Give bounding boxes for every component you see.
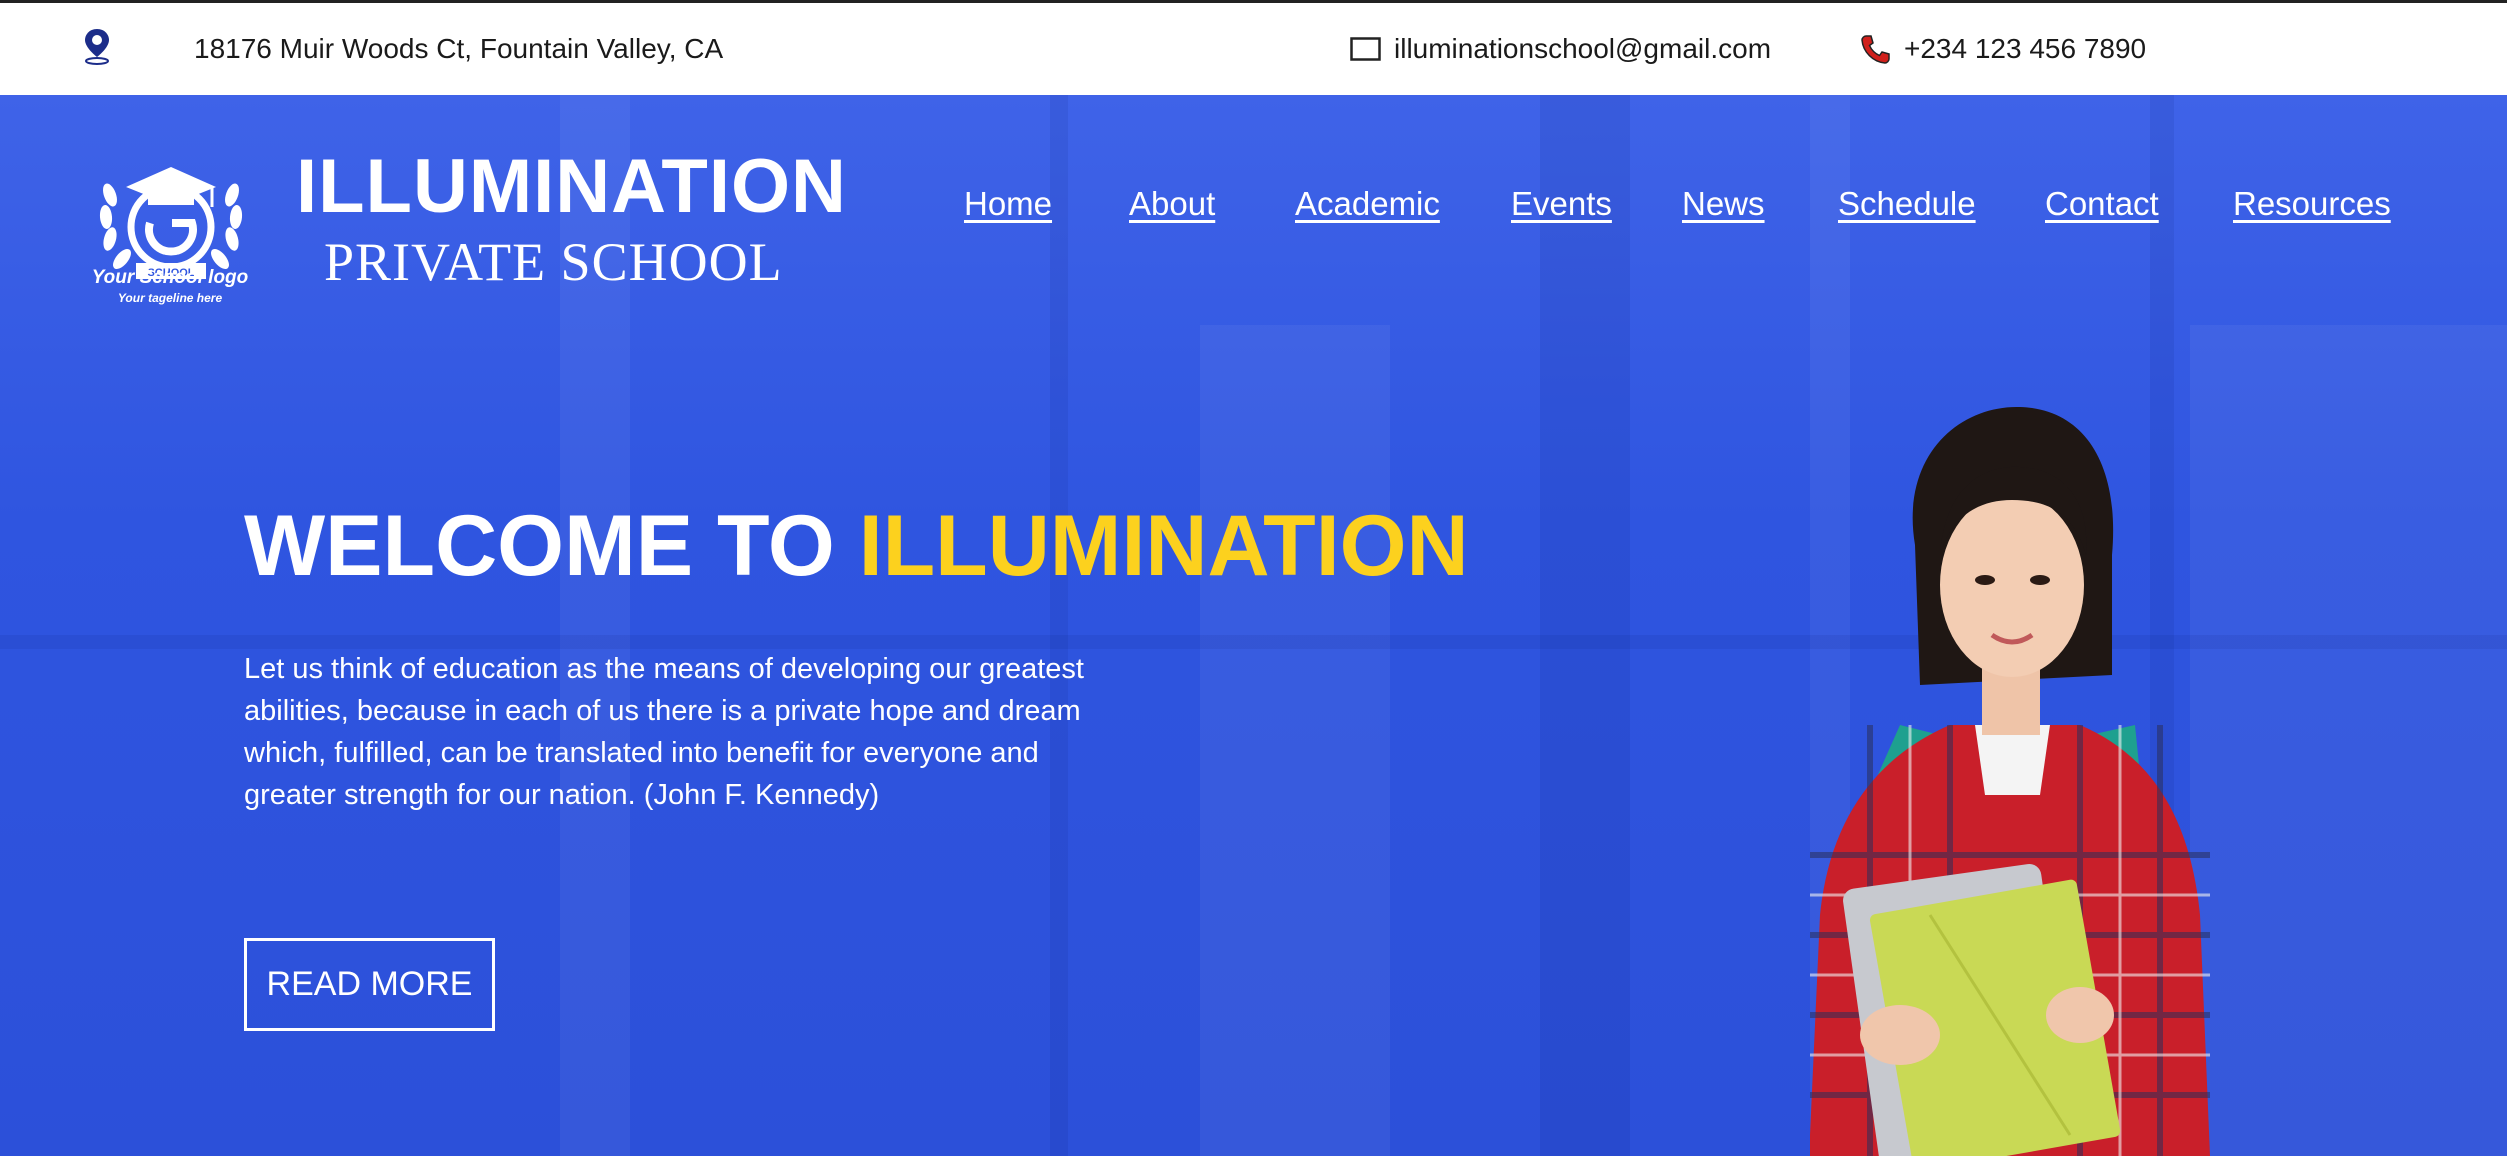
nav-item-about[interactable]: About bbox=[1129, 185, 1215, 223]
nav-item-contact[interactable]: Contact bbox=[2045, 185, 2159, 223]
location-pin-icon bbox=[85, 29, 109, 65]
nav-item-academic[interactable]: Academic bbox=[1295, 185, 1440, 223]
phone-icon bbox=[1861, 35, 1890, 64]
logo-caption-title: Your School logo bbox=[91, 267, 249, 288]
address-text: 18176 Muir Woods Ct, Fountain Valley, CA bbox=[194, 33, 724, 64]
logo-tagline: Your tageline here bbox=[117, 291, 223, 305]
logo-caption: Your School logo Your tageline here bbox=[60, 267, 280, 305]
headline-welcome: WELCOME TO bbox=[244, 498, 859, 594]
read-more-button[interactable]: READ MORE bbox=[244, 938, 495, 1031]
headline-accent: ILLUMINATION bbox=[858, 498, 1469, 594]
student-photo bbox=[1810, 406, 2210, 1156]
background-shelf bbox=[1540, 95, 1630, 1156]
hero-quote: Let us think of education as the means o… bbox=[244, 653, 1084, 811]
background-shelf bbox=[1050, 95, 1068, 1156]
nav-item-news[interactable]: News bbox=[1682, 185, 1765, 223]
email-link[interactable]: illuminationschool@gmail.com bbox=[1394, 3, 1771, 95]
mail-icon bbox=[1350, 37, 1381, 61]
nav-item-resources[interactable]: Resources bbox=[2233, 185, 2391, 223]
brand-subtitle: PRIVATE SCHOOL bbox=[324, 232, 783, 292]
brand-title[interactable]: ILLUMINATION bbox=[296, 143, 847, 230]
nav-item-schedule[interactable]: Schedule bbox=[1838, 185, 1976, 223]
hero-headline: WELCOME TO ILLUMINATION bbox=[244, 497, 1469, 596]
phone-link[interactable]: +234 123 456 7890 bbox=[1904, 3, 2146, 95]
background-shelf bbox=[1200, 325, 1390, 1156]
top-info-bar: 18176 Muir Woods Ct, Fountain Valley, CA… bbox=[0, 0, 2507, 95]
nav-item-events[interactable]: Events bbox=[1511, 185, 1612, 223]
nav-item-home[interactable]: Home bbox=[964, 185, 1052, 223]
hero-section: SCHOOL Your School logo Your tageline he… bbox=[0, 95, 2507, 1156]
